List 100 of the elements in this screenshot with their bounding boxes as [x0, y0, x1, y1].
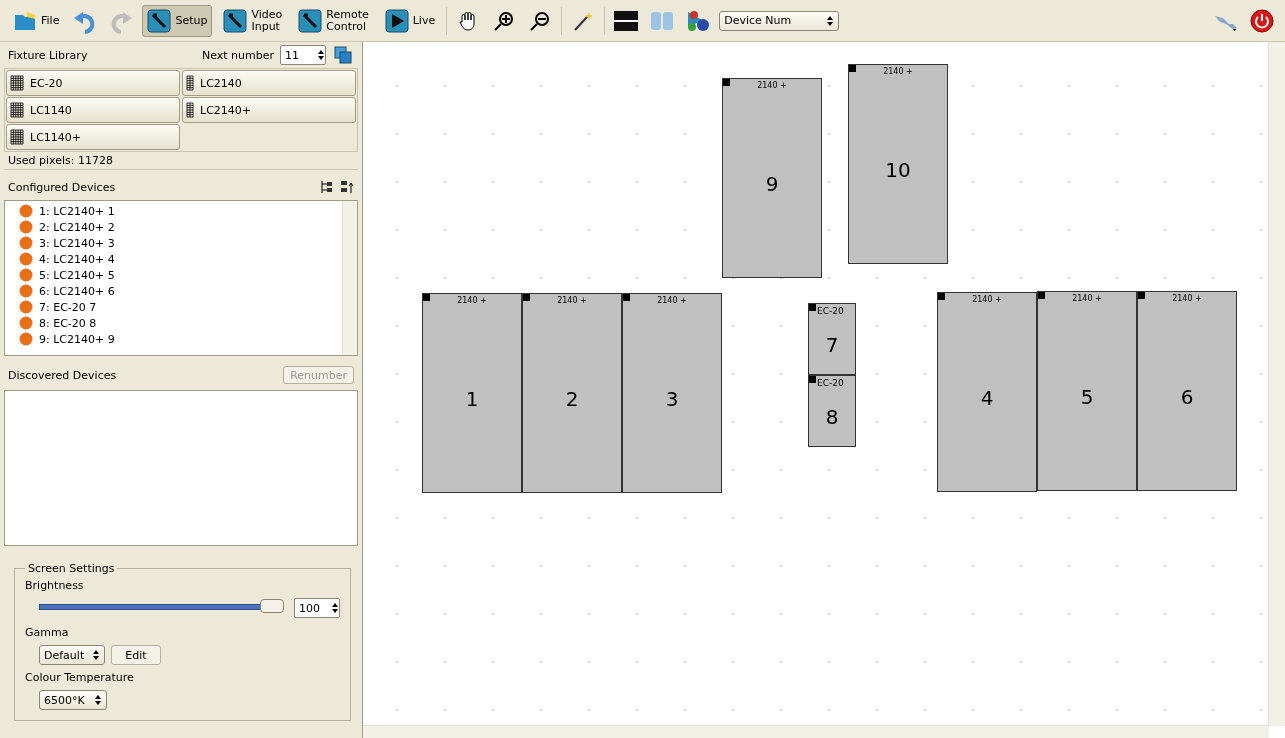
next-number-field[interactable]: 11	[280, 45, 326, 65]
fixture-type: EC-20	[817, 306, 844, 316]
tree-add-icon[interactable]	[320, 180, 334, 194]
ball-icon	[19, 220, 33, 234]
mode-tab[interactable]: Live	[379, 4, 441, 37]
fixture-type: 2140 +	[657, 296, 687, 305]
spin-arrows-icon[interactable]	[331, 602, 339, 614]
ball-icon	[19, 252, 33, 266]
fixture-number: 5	[1080, 384, 1094, 409]
spin-arrows-icon[interactable]	[94, 694, 102, 706]
tree-item[interactable]: 3: LC2140+ 3	[19, 235, 342, 251]
corner-marker	[809, 304, 816, 311]
corner-marker	[523, 294, 530, 301]
view-select[interactable]: Device Num	[719, 10, 840, 31]
tree-sort-icon[interactable]	[340, 180, 354, 194]
fixture-panel[interactable]: EC-20 8	[808, 375, 856, 447]
ball-icon	[19, 204, 33, 218]
corner-marker	[809, 376, 816, 383]
fixture-panel[interactable]: 2140 + 10	[848, 64, 948, 264]
fixture-button[interactable]: LC2140+	[182, 97, 356, 123]
corner-marker	[938, 293, 945, 300]
fixture-panel[interactable]: 2140 + 5	[1037, 291, 1137, 491]
fixture-button[interactable]: LC1140	[6, 97, 180, 123]
mode-tab[interactable]: Remote Control	[293, 4, 374, 37]
section-title: Fixture Library	[8, 48, 88, 62]
tree-item[interactable]: 8: EC-20 8	[19, 315, 342, 331]
edit-button[interactable]: Edit	[111, 645, 161, 665]
corner-marker	[1038, 292, 1045, 299]
horizontal-scrollbar[interactable]	[363, 725, 1269, 738]
ball-icon	[19, 284, 33, 298]
grid-icon	[10, 102, 24, 118]
colour-temperature-select[interactable]: 6500°K	[39, 690, 107, 710]
vertical-scrollbar[interactable]	[1268, 42, 1285, 726]
gamma-select[interactable]: Default	[39, 645, 105, 665]
field-label: Next number	[201, 48, 274, 62]
brightness-field[interactable]: 100	[294, 598, 340, 618]
fixture-number: 7	[825, 333, 839, 357]
fixture-number: 3	[665, 386, 679, 411]
fixture-type: 2140 +	[1072, 294, 1102, 303]
corner-marker	[849, 65, 856, 72]
mode-tab[interactable]: Video Input	[218, 4, 288, 37]
fixture-panel[interactable]: 2140 + 4	[937, 292, 1037, 492]
fixture-button[interactable]: LC2140	[182, 70, 356, 96]
ball-icon	[19, 236, 33, 250]
fixture-type: 2140 +	[972, 295, 1002, 304]
mode-tab[interactable]: Setup	[142, 4, 213, 37]
section-title: Configured Devices	[8, 180, 116, 194]
zoom-out-icon	[529, 9, 552, 32]
tree-item[interactable]: 1: LC2140+ 1	[19, 203, 342, 219]
panels-icon	[650, 10, 675, 31]
fixture-number: 8	[825, 405, 839, 429]
fixture-type: 2140 +	[557, 296, 587, 305]
fixture-type: 2140 +	[883, 67, 913, 76]
scrollbar[interactable]	[342, 201, 357, 355]
spin-arrows-icon[interactable]	[317, 49, 325, 61]
fixture-panel[interactable]: 2140 + 6	[1137, 291, 1237, 491]
field-label: Gamma	[25, 626, 69, 639]
tree-item[interactable]: 4: LC2140+ 4	[19, 251, 342, 267]
fixture-number: 2	[565, 386, 579, 411]
play-icon	[384, 8, 409, 33]
grid-icon	[10, 75, 24, 91]
fixture-panel[interactable]: 2140 + 3	[622, 293, 722, 493]
tree-item[interactable]: 6: LC2140+ 6	[19, 283, 342, 299]
fixture-number: 9	[765, 171, 779, 196]
fixture-panel[interactable]: EC-20 7	[808, 303, 856, 375]
tree-item[interactable]: 2: LC2140+ 2	[19, 219, 342, 235]
fixture-button[interactable]: EC-20	[6, 70, 180, 96]
tree-item[interactable]: 9: LC2140+ 9	[19, 331, 342, 347]
fixture-number: 4	[980, 385, 994, 410]
fixture-number: 1	[465, 386, 479, 411]
power-icon	[1250, 8, 1274, 33]
fixture-type: 2140 +	[757, 81, 787, 90]
fixture-type: 2140 +	[457, 296, 487, 305]
grid-icon	[186, 75, 194, 91]
fixture-panel[interactable]: 2140 + 1	[422, 293, 522, 493]
tree-item[interactable]: 5: LC2140+ 5	[19, 267, 342, 283]
fixture-number: 6	[1180, 384, 1194, 409]
section-title: Discovered Devices	[8, 368, 117, 382]
field-label: Colour Temperature	[25, 671, 134, 684]
spin-arrows-icon[interactable]	[92, 649, 100, 661]
corner-marker	[723, 79, 730, 86]
spin-arrows-icon[interactable]	[826, 14, 835, 27]
copy-button[interactable]	[332, 44, 354, 66]
copy-icon	[334, 46, 352, 64]
shapes-icon	[686, 9, 711, 32]
ball-icon	[19, 300, 33, 314]
layout-canvas[interactable]: 2140 + 9 2140 + 10 2140 + 1 2140 + 2 2140 + 3 EC-20 7 EC-20 8 2140 + 4 2140 + 5 2140 + 6	[362, 42, 1285, 738]
group-title: Screen Settings	[27, 562, 116, 575]
fixture-panel[interactable]: 2140 + 9	[722, 78, 822, 278]
corner-marker	[623, 294, 630, 301]
corner-marker	[423, 294, 430, 301]
slider-thumb[interactable]	[260, 599, 284, 613]
file-button[interactable]: File	[8, 4, 65, 37]
corner-marker	[1138, 292, 1145, 299]
fixture-type: EC-20	[817, 378, 844, 388]
fixture-panel[interactable]: 2140 + 2	[522, 293, 622, 493]
grid-icon	[186, 102, 194, 118]
tree-item[interactable]: 7: EC-20 7	[19, 299, 342, 315]
fixture-button[interactable]: LC1140+	[6, 124, 180, 150]
light-bar-icon	[614, 10, 639, 31]
